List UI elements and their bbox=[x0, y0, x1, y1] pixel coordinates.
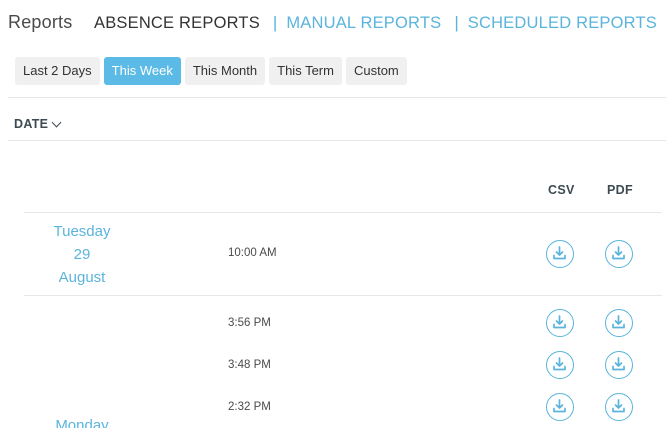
chevron-down-icon bbox=[51, 117, 62, 127]
download-csv-button[interactable] bbox=[546, 351, 574, 379]
filter-this-month[interactable]: This Month bbox=[184, 57, 266, 85]
report-time: 3:48 PM bbox=[228, 359, 271, 371]
download-icon bbox=[553, 399, 566, 413]
divider bbox=[24, 212, 662, 213]
group-date: Monday bbox=[32, 414, 132, 428]
column-header-csv: CSV bbox=[548, 183, 575, 197]
nav-separator: | bbox=[272, 13, 278, 32]
download-icon bbox=[612, 399, 625, 413]
report-time: 3:56 PM bbox=[228, 317, 271, 329]
reports-page: Reports ABSENCE REPORTS | MANUAL REPORTS… bbox=[0, 0, 666, 428]
tab-absence-reports[interactable]: ABSENCE REPORTS bbox=[94, 14, 260, 33]
date-month: August bbox=[58, 269, 106, 286]
divider bbox=[8, 97, 666, 98]
download-pdf-button[interactable] bbox=[605, 240, 633, 268]
download-icon bbox=[553, 315, 566, 329]
filter-last-2-days[interactable]: Last 2 Days bbox=[15, 57, 100, 85]
download-pdf-button[interactable] bbox=[605, 393, 633, 421]
tab-scheduled-reports[interactable]: SCHEDULED REPORTS bbox=[468, 14, 657, 33]
download-csv-button[interactable] bbox=[546, 309, 574, 337]
date-weekday: Monday bbox=[55, 417, 109, 428]
filter-this-week[interactable]: This Week bbox=[103, 57, 181, 85]
group-date: Tuesday 29 August bbox=[32, 220, 132, 289]
filter-this-term[interactable]: This Term bbox=[269, 57, 342, 85]
report-type-nav: ABSENCE REPORTS | MANUAL REPORTS | SCHED… bbox=[94, 13, 657, 33]
download-csv-button[interactable] bbox=[546, 393, 574, 421]
nav-separator: | bbox=[454, 13, 459, 32]
download-csv-button[interactable] bbox=[546, 240, 574, 268]
date-weekday: Tuesday bbox=[53, 223, 111, 240]
column-header-pdf: PDF bbox=[607, 183, 633, 197]
date-sort-label: DATE bbox=[14, 117, 49, 131]
download-pdf-button[interactable] bbox=[605, 309, 633, 337]
download-icon bbox=[612, 357, 625, 371]
page-header: Reports ABSENCE REPORTS | MANUAL REPORTS… bbox=[0, 0, 666, 44]
download-icon bbox=[553, 357, 566, 371]
download-pdf-button[interactable] bbox=[605, 351, 633, 379]
tab-manual-reports[interactable]: MANUAL REPORTS bbox=[286, 14, 441, 33]
report-time: 10:00 AM bbox=[228, 247, 277, 259]
date-day: 29 bbox=[73, 246, 91, 263]
page-title: Reports bbox=[8, 12, 73, 32]
date-sort-toggle[interactable]: DATE bbox=[14, 117, 62, 131]
download-icon bbox=[612, 315, 625, 329]
download-icon bbox=[553, 246, 566, 260]
download-icon bbox=[612, 246, 625, 260]
filter-custom[interactable]: Custom bbox=[345, 57, 407, 85]
date-range-filters: Last 2 Days This Week This Month This Te… bbox=[15, 57, 407, 85]
divider bbox=[8, 140, 666, 141]
divider bbox=[24, 295, 662, 296]
report-time: 2:32 PM bbox=[228, 401, 271, 413]
